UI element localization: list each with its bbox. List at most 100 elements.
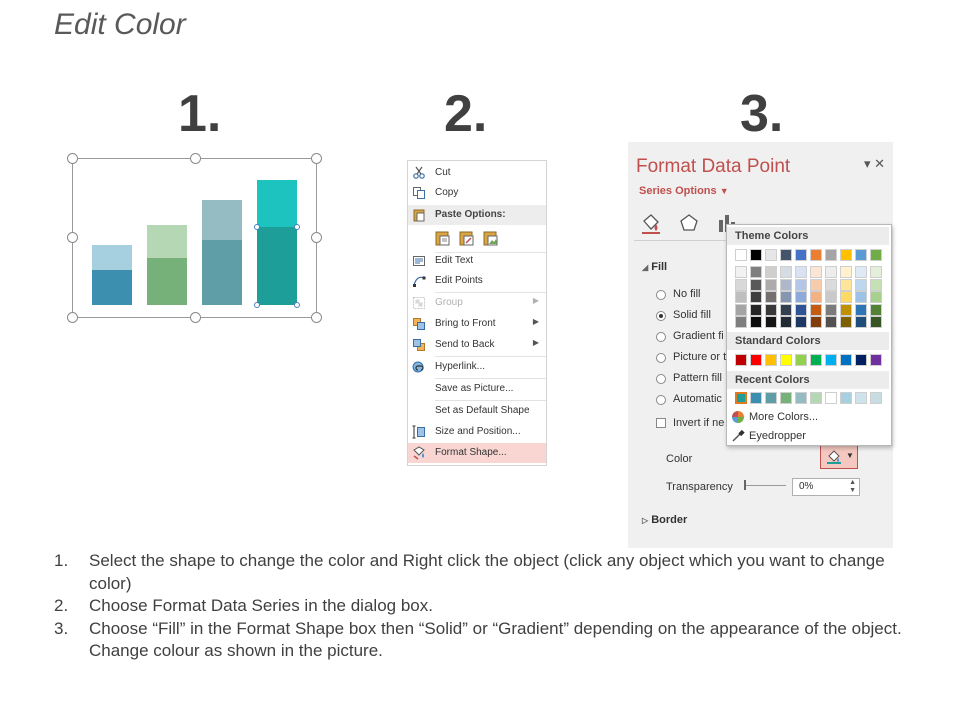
theme-shade-swatch[interactable]	[795, 316, 807, 328]
paste-keep-source-icon[interactable]	[434, 229, 452, 247]
theme-shade-swatch[interactable]	[780, 278, 792, 291]
theme-color-swatch[interactable]	[735, 249, 747, 261]
point-selection-handle[interactable]	[294, 302, 300, 308]
point-selection-handle[interactable]	[254, 302, 260, 308]
theme-shade-swatch[interactable]	[840, 266, 852, 278]
theme-shade-swatch[interactable]	[855, 303, 867, 316]
theme-shade-swatch[interactable]	[735, 303, 747, 316]
transparency-input[interactable]: 0% ▲ ▼	[792, 478, 860, 496]
theme-color-swatch[interactable]	[750, 249, 762, 261]
effects-tab-icon[interactable]	[678, 212, 700, 234]
radio-picture-fill[interactable]	[656, 353, 666, 363]
invert-if-negative-checkbox[interactable]	[656, 418, 666, 428]
recent-color-swatch[interactable]	[870, 392, 882, 404]
resize-handle[interactable]	[311, 232, 322, 243]
recent-color-swatch[interactable]	[795, 392, 807, 404]
recent-color-swatch[interactable]	[825, 392, 837, 404]
menu-item-save-as-picture[interactable]: Save as Picture...	[408, 379, 546, 399]
paste-picture-icon[interactable]	[482, 229, 500, 247]
theme-shade-swatch[interactable]	[750, 316, 762, 328]
theme-shade-swatch[interactable]	[780, 266, 792, 278]
theme-shade-swatch[interactable]	[750, 291, 762, 303]
theme-shade-swatch[interactable]	[750, 278, 762, 291]
bar-segment-top[interactable]	[147, 225, 187, 258]
theme-color-swatch[interactable]	[765, 249, 777, 261]
standard-color-swatch[interactable]	[825, 354, 837, 366]
standard-color-swatch[interactable]	[750, 354, 762, 366]
bar-segment-bottom[interactable]	[202, 240, 242, 305]
pane-controls[interactable]: ▾ ✕	[864, 156, 885, 172]
standard-color-swatch[interactable]	[840, 354, 852, 366]
paste-destination-theme-icon[interactable]	[458, 229, 476, 247]
theme-shade-swatch[interactable]	[855, 291, 867, 303]
menu-item-cut[interactable]: Cut	[408, 163, 546, 183]
theme-shade-swatch[interactable]	[870, 278, 882, 291]
radio-no-fill[interactable]	[656, 290, 666, 300]
theme-shade-swatch[interactable]	[780, 316, 792, 328]
bar-segment-bottom[interactable]	[92, 270, 132, 305]
theme-shade-swatch[interactable]	[810, 303, 822, 316]
theme-shade-swatch[interactable]	[765, 278, 777, 291]
theme-shade-swatch[interactable]	[855, 266, 867, 278]
recent-color-swatch[interactable]	[810, 392, 822, 404]
theme-shade-swatch[interactable]	[840, 303, 852, 316]
resize-handle[interactable]	[67, 153, 78, 164]
resize-handle[interactable]	[67, 312, 78, 323]
menu-item-send-to-back[interactable]: Send to Back ▶	[408, 335, 546, 355]
menu-item-edit-points[interactable]: Edit Points	[408, 271, 546, 291]
theme-shade-swatch[interactable]	[870, 291, 882, 303]
radio-gradient-fill[interactable]	[656, 332, 666, 342]
resize-handle[interactable]	[190, 312, 201, 323]
bar-segment-top[interactable]	[257, 180, 297, 227]
recent-color-swatch[interactable]	[765, 392, 777, 404]
theme-shade-swatch[interactable]	[765, 291, 777, 303]
transparency-slider-track[interactable]	[744, 485, 786, 486]
theme-shade-swatch[interactable]	[840, 291, 852, 303]
theme-color-swatch[interactable]	[870, 249, 882, 261]
theme-shade-swatch[interactable]	[765, 303, 777, 316]
theme-color-swatch[interactable]	[795, 249, 807, 261]
theme-shade-swatch[interactable]	[780, 303, 792, 316]
standard-color-swatch[interactable]	[855, 354, 867, 366]
theme-shade-swatch[interactable]	[825, 291, 837, 303]
theme-shade-swatch[interactable]	[825, 303, 837, 316]
theme-shade-swatch[interactable]	[795, 278, 807, 291]
theme-shade-swatch[interactable]	[765, 266, 777, 278]
theme-shade-swatch[interactable]	[795, 291, 807, 303]
theme-shade-swatch[interactable]	[825, 316, 837, 328]
theme-shade-swatch[interactable]	[855, 316, 867, 328]
border-section-header[interactable]: ▷ Border	[642, 514, 687, 526]
menu-item-set-default-shape[interactable]: Set as Default Shape	[408, 401, 546, 421]
theme-shade-swatch[interactable]	[810, 316, 822, 328]
standard-color-swatch[interactable]	[810, 354, 822, 366]
series-options-dropdown[interactable]: Series Options ▼	[639, 185, 729, 197]
resize-handle[interactable]	[311, 312, 322, 323]
standard-color-swatch[interactable]	[765, 354, 777, 366]
radio-solid-fill[interactable]	[656, 311, 666, 321]
theme-shade-swatch[interactable]	[810, 291, 822, 303]
fill-color-button[interactable]: ▼	[820, 445, 858, 469]
bar-segment-top[interactable]	[92, 245, 132, 270]
theme-shade-swatch[interactable]	[765, 316, 777, 328]
theme-color-swatch[interactable]	[825, 249, 837, 261]
bar-segment-bottom[interactable]	[257, 227, 297, 305]
theme-shade-swatch[interactable]	[825, 266, 837, 278]
theme-shade-swatch[interactable]	[795, 266, 807, 278]
menu-item-hyperlink[interactable]: Hyperlink...	[408, 357, 546, 377]
theme-shade-swatch[interactable]	[870, 303, 882, 316]
theme-shade-swatch[interactable]	[780, 291, 792, 303]
theme-color-swatch[interactable]	[855, 249, 867, 261]
theme-shade-swatch[interactable]	[735, 316, 747, 328]
theme-color-swatch[interactable]	[840, 249, 852, 261]
spinner-icon[interactable]: ▲ ▼	[849, 479, 856, 495]
menu-item-copy[interactable]: Copy	[408, 183, 546, 203]
eyedropper-item[interactable]: Eyedropper	[729, 427, 887, 445]
theme-shade-swatch[interactable]	[840, 316, 852, 328]
menu-item-bring-to-front[interactable]: Bring to Front ▶	[408, 314, 546, 334]
recent-color-swatch[interactable]	[735, 392, 747, 404]
menu-item-edit-text[interactable]: Edit Text	[408, 251, 546, 271]
theme-shade-swatch[interactable]	[825, 278, 837, 291]
transparency-slider-thumb[interactable]	[744, 480, 746, 490]
theme-shade-swatch[interactable]	[750, 303, 762, 316]
theme-shade-swatch[interactable]	[735, 291, 747, 303]
